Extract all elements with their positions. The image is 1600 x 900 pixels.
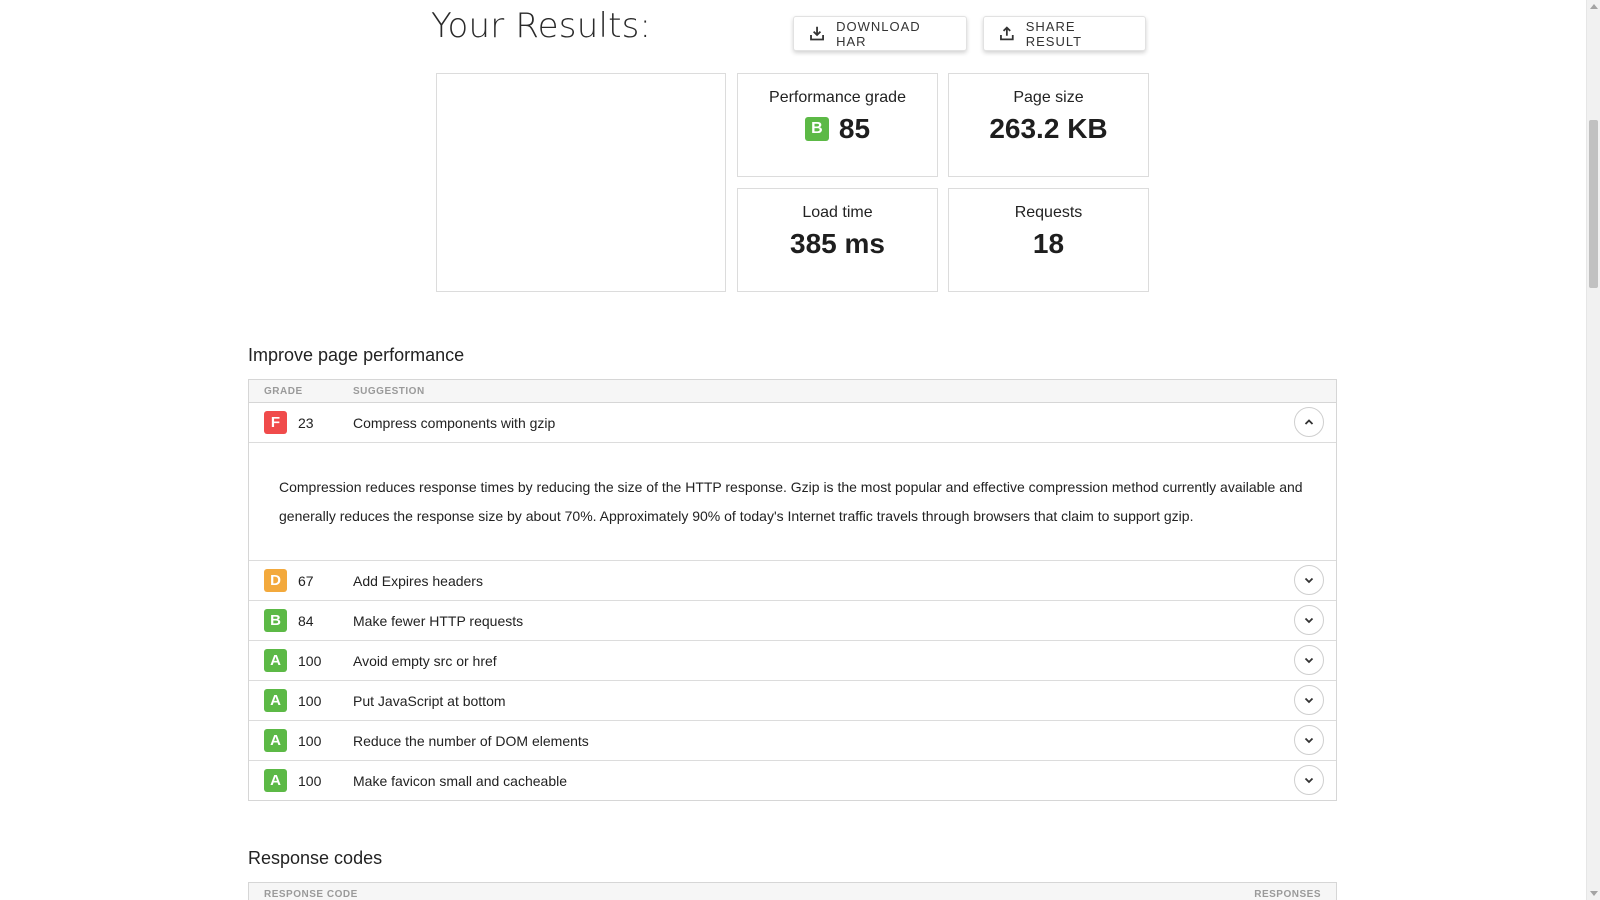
suggestion-score: 84 bbox=[298, 612, 314, 629]
suggestion-score: 23 bbox=[298, 414, 314, 431]
download-har-label: DOWNLOAD HAR bbox=[836, 18, 921, 49]
scrollbar-thumb[interactable] bbox=[1589, 120, 1598, 288]
chevron-down-icon bbox=[1303, 614, 1315, 626]
suggestions-table-header: GRADE SUGGESTION bbox=[249, 380, 1336, 403]
requests-label: Requests bbox=[1014, 204, 1083, 221]
performance-grade-value: 85 bbox=[838, 113, 871, 144]
suggestion-text: Compress components with gzip bbox=[353, 414, 556, 431]
expand-toggle-button[interactable] bbox=[1294, 765, 1324, 795]
page-size-label: Page size bbox=[1013, 89, 1084, 106]
performance-grade-label: Performance grade bbox=[769, 89, 906, 106]
response-codes-table-header: RESPONSE CODE RESPONSES bbox=[249, 883, 1336, 900]
grade-badge: A bbox=[264, 649, 287, 672]
grade-badge: F bbox=[264, 411, 287, 434]
suggestion-score: 100 bbox=[298, 652, 322, 669]
share-result-button[interactable]: SHARE RESULT bbox=[983, 16, 1146, 51]
grade-badge: B bbox=[804, 117, 829, 141]
load-time-label: Load time bbox=[802, 204, 873, 221]
suggestion-text: Put JavaScript at bottom bbox=[353, 692, 506, 709]
results-page: Your Results: DOWNLOAD HAR SHARE RESULT … bbox=[0, 0, 1586, 900]
response-code-column-header: RESPONSE CODE bbox=[264, 889, 358, 900]
response-codes-table: RESPONSE CODE RESPONSES bbox=[248, 882, 1337, 900]
responses-column-header: RESPONSES bbox=[1254, 889, 1321, 900]
grade-badge: B bbox=[264, 609, 287, 632]
scroll-up-arrow-icon[interactable] bbox=[1590, 4, 1598, 9]
collapse-toggle-button[interactable] bbox=[1294, 407, 1324, 437]
grade-badge: A bbox=[264, 689, 287, 712]
suggestion-text: Avoid empty src or href bbox=[353, 652, 497, 669]
suggestion-column-header: SUGGESTION bbox=[353, 386, 425, 397]
suggestion-row[interactable]: A 100 Put JavaScript at bottom bbox=[249, 681, 1336, 721]
share-result-label: SHARE RESULT bbox=[1025, 18, 1083, 49]
suggestion-score: 67 bbox=[298, 572, 314, 589]
chevron-down-icon bbox=[1303, 654, 1315, 666]
suggestion-row[interactable]: B 84 Make fewer HTTP requests bbox=[249, 601, 1336, 641]
grade-column-header: GRADE bbox=[264, 386, 303, 397]
chevron-down-icon bbox=[1303, 734, 1315, 746]
suggestion-score: 100 bbox=[298, 692, 322, 709]
expand-toggle-button[interactable] bbox=[1294, 725, 1324, 755]
suggestion-description: Compression reduces response times by re… bbox=[249, 443, 1336, 561]
suggestion-row[interactable]: F 23 Compress components with gzip bbox=[249, 403, 1336, 443]
suggestion-row[interactable]: A 100 Reduce the number of DOM elements bbox=[249, 721, 1336, 761]
chevron-down-icon bbox=[1303, 774, 1315, 786]
suggestion-text: Reduce the number of DOM elements bbox=[353, 732, 589, 749]
suggestion-text: Make fewer HTTP requests bbox=[353, 612, 524, 629]
chevron-down-icon bbox=[1303, 694, 1315, 706]
load-time-card: Load time 385 ms bbox=[737, 188, 938, 292]
suggestion-text: Add Expires headers bbox=[353, 572, 483, 589]
expand-toggle-button[interactable] bbox=[1294, 645, 1324, 675]
page-size-value: 263.2 KB bbox=[989, 113, 1108, 144]
requests-card: Requests 18 bbox=[948, 188, 1149, 292]
suggestion-row[interactable]: D 67 Add Expires headers bbox=[249, 561, 1336, 601]
download-har-button[interactable]: DOWNLOAD HAR bbox=[793, 16, 967, 51]
upload-share-icon bbox=[1000, 26, 1014, 41]
expand-toggle-button[interactable] bbox=[1294, 605, 1324, 635]
grade-badge: D bbox=[264, 569, 287, 592]
improve-performance-heading: Improve page performance bbox=[248, 345, 465, 365]
load-time-value: 385 ms bbox=[790, 228, 885, 259]
chevron-up-icon bbox=[1303, 416, 1315, 428]
expand-toggle-button[interactable] bbox=[1294, 685, 1324, 715]
page-size-card: Page size 263.2 KB bbox=[948, 73, 1149, 177]
download-icon bbox=[810, 26, 824, 41]
suggestion-score: 100 bbox=[298, 772, 322, 789]
suggestion-score: 100 bbox=[298, 732, 322, 749]
suggestion-row[interactable]: A 100 Make favicon small and cacheable bbox=[249, 761, 1336, 800]
grade-badge: A bbox=[264, 769, 287, 792]
page-screenshot-thumbnail bbox=[436, 73, 726, 292]
scroll-down-arrow-icon[interactable] bbox=[1590, 891, 1598, 896]
performance-grade-card: Performance grade B 85 bbox=[737, 73, 938, 177]
chevron-down-icon bbox=[1303, 574, 1315, 586]
vertical-scrollbar[interactable] bbox=[1586, 0, 1600, 900]
suggestion-rows: F 23 Compress components with gzip Compress… bbox=[249, 403, 1336, 800]
suggestions-table: GRADE SUGGESTION F 23 Compress components … bbox=[248, 379, 1337, 801]
response-codes-heading: Response codes bbox=[248, 848, 383, 868]
suggestion-text: Make favicon small and cacheable bbox=[353, 772, 568, 789]
suggestion-row[interactable]: A 100 Avoid empty src or href bbox=[249, 641, 1336, 681]
grade-badge: A bbox=[264, 729, 287, 752]
page-title: Your Results: bbox=[431, 6, 652, 46]
requests-value: 18 bbox=[1032, 228, 1065, 259]
expand-toggle-button[interactable] bbox=[1294, 565, 1324, 595]
